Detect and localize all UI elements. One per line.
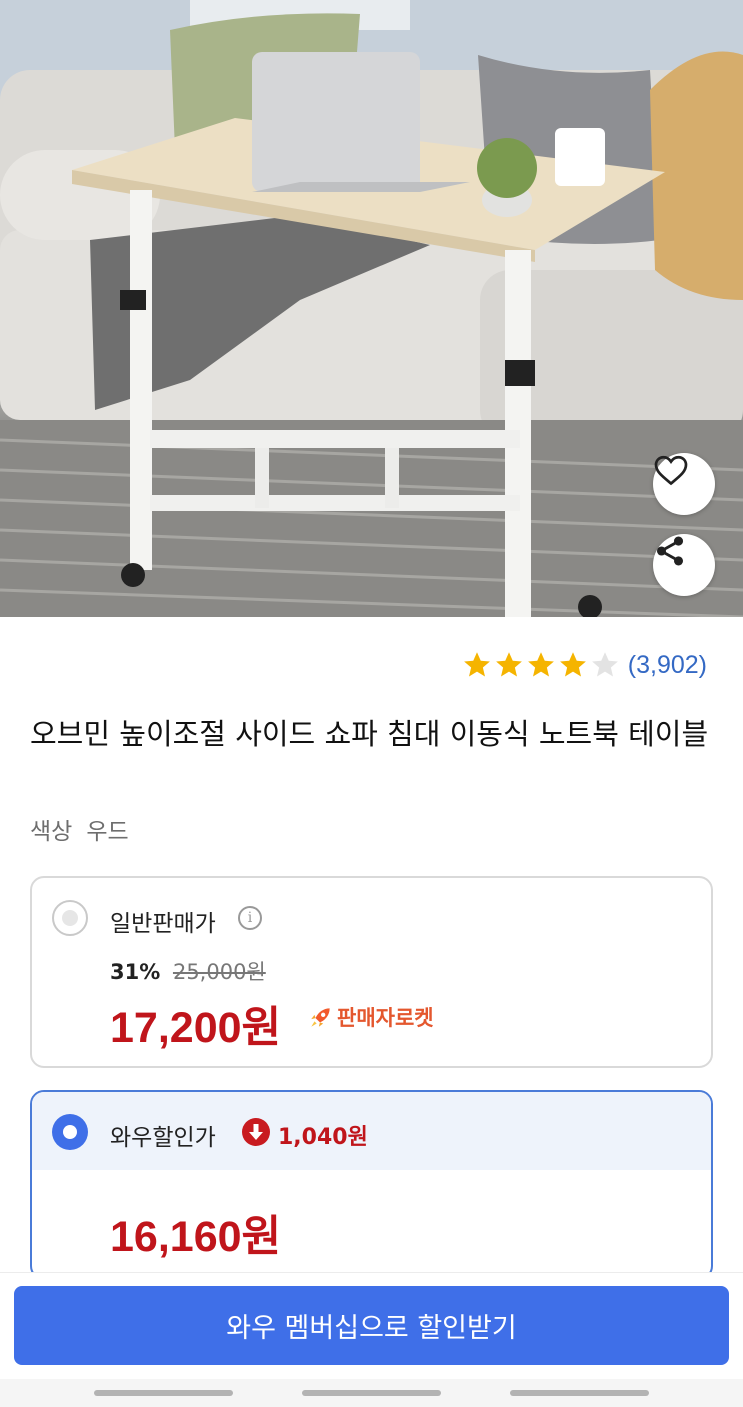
seller-rocket-text: 판매자로켓 [337,1006,434,1030]
nav-back[interactable] [510,1390,649,1396]
product-rating[interactable]: (3,902) [462,650,707,680]
regular-price-label: 일반판매가 [110,911,216,937]
nav-recent-apps[interactable] [94,1390,233,1396]
selected-option: 색상 우드 [30,812,129,846]
regular-price-option[interactable]: 일반판매가 i 31% 25,000원 17,200원 판매자로켓 [30,876,713,1068]
regular-price-radio[interactable] [52,900,88,936]
wow-price-label: 와우할인가 [110,1125,216,1151]
review-count-link[interactable]: (3,902) [628,651,707,680]
star-filled-icon [527,652,554,677]
star-empty-icon [591,652,618,677]
discount-rate: 31% [110,960,161,984]
down-arrow-icon [242,1118,270,1146]
option-value: 우드 [86,819,129,845]
rocket-icon [311,1008,330,1027]
share-button[interactable] [653,534,715,596]
heart-icon [654,455,688,486]
original-price: 25,000원 [172,960,266,984]
wow-membership-button[interactable]: 와우 멤버십으로 할인받기 [14,1286,729,1365]
product-title: 오브민 높이조절 사이드 쇼파 침대 이동식 노트북 테이블 [30,717,709,751]
product-photo-illustration [0,0,743,617]
favorite-button[interactable] [653,453,715,515]
wow-price-radio[interactable] [52,1114,88,1150]
star-filled-icon [463,652,490,677]
share-icon [656,536,684,566]
wow-extra-discount: 1,040원 [278,1125,368,1150]
star-filled-icon [495,652,522,677]
wow-price-option[interactable]: 와우할인가 1,040원 16,160원 [30,1090,713,1280]
star-filled-icon [559,652,586,677]
seller-rocket-badge: 판매자로켓 [308,1002,434,1032]
nav-home[interactable] [302,1390,441,1396]
option-name: 색상 [30,819,73,845]
discount-row: 31% 25,000원 [110,956,266,986]
info-icon[interactable]: i [238,906,262,930]
regular-price: 17,200원 [110,1004,282,1052]
wow-price: 16,160원 [110,1213,282,1261]
product-image[interactable] [0,0,743,617]
